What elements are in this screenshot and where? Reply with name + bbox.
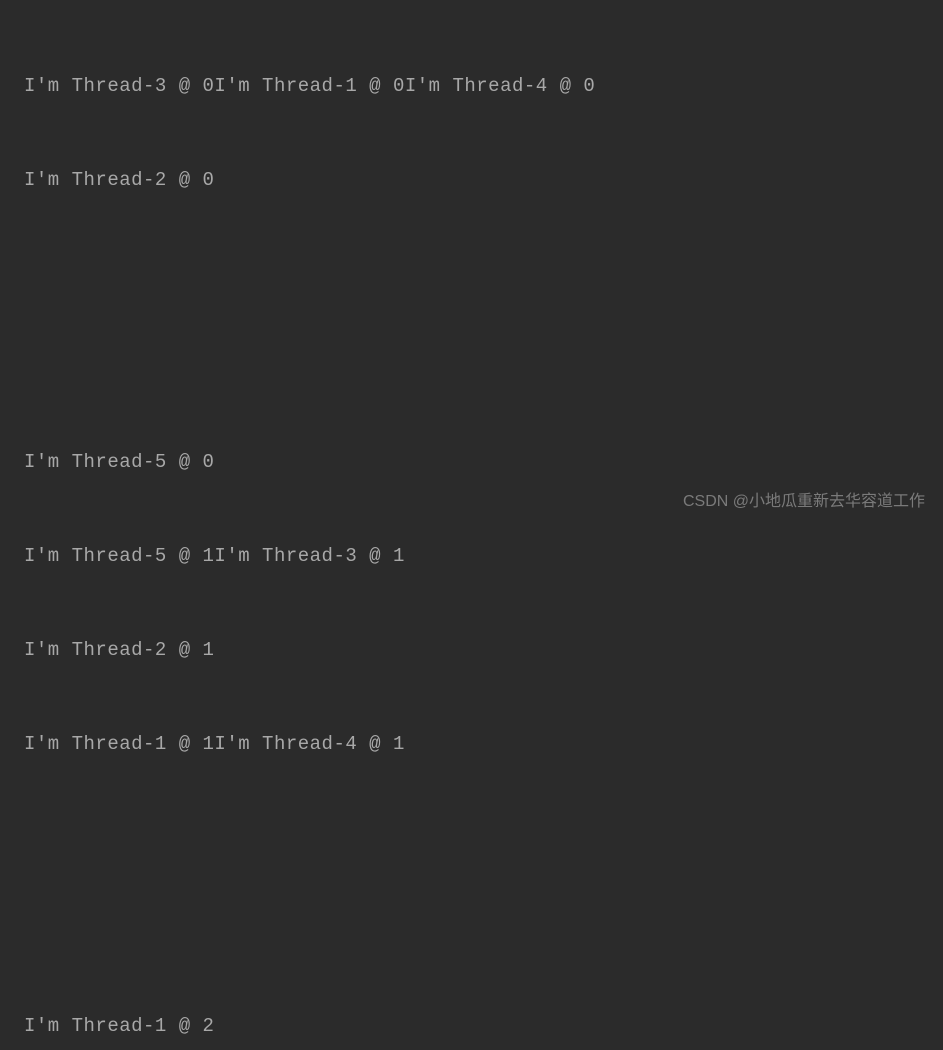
output-line: I'm Thread-1 @ 1I'm Thread-4 @ 1	[24, 729, 943, 760]
watermark-text: CSDN @小地瓜重新去华容道工作	[683, 489, 925, 515]
output-line: I'm Thread-2 @ 0	[24, 165, 943, 196]
output-line: I'm Thread-3 @ 0I'm Thread-1 @ 0I'm Thre…	[24, 71, 943, 102]
output-line: I'm Thread-1 @ 2	[24, 1011, 943, 1042]
output-line	[24, 353, 943, 384]
output-line	[24, 823, 943, 854]
output-line: I'm Thread-5 @ 1I'm Thread-3 @ 1	[24, 541, 943, 572]
output-line: I'm Thread-5 @ 0	[24, 447, 943, 478]
output-line: I'm Thread-2 @ 1	[24, 635, 943, 666]
terminal-output: I'm Thread-3 @ 0I'm Thread-1 @ 0I'm Thre…	[24, 8, 943, 1050]
output-line	[24, 917, 943, 948]
output-line	[24, 259, 943, 290]
